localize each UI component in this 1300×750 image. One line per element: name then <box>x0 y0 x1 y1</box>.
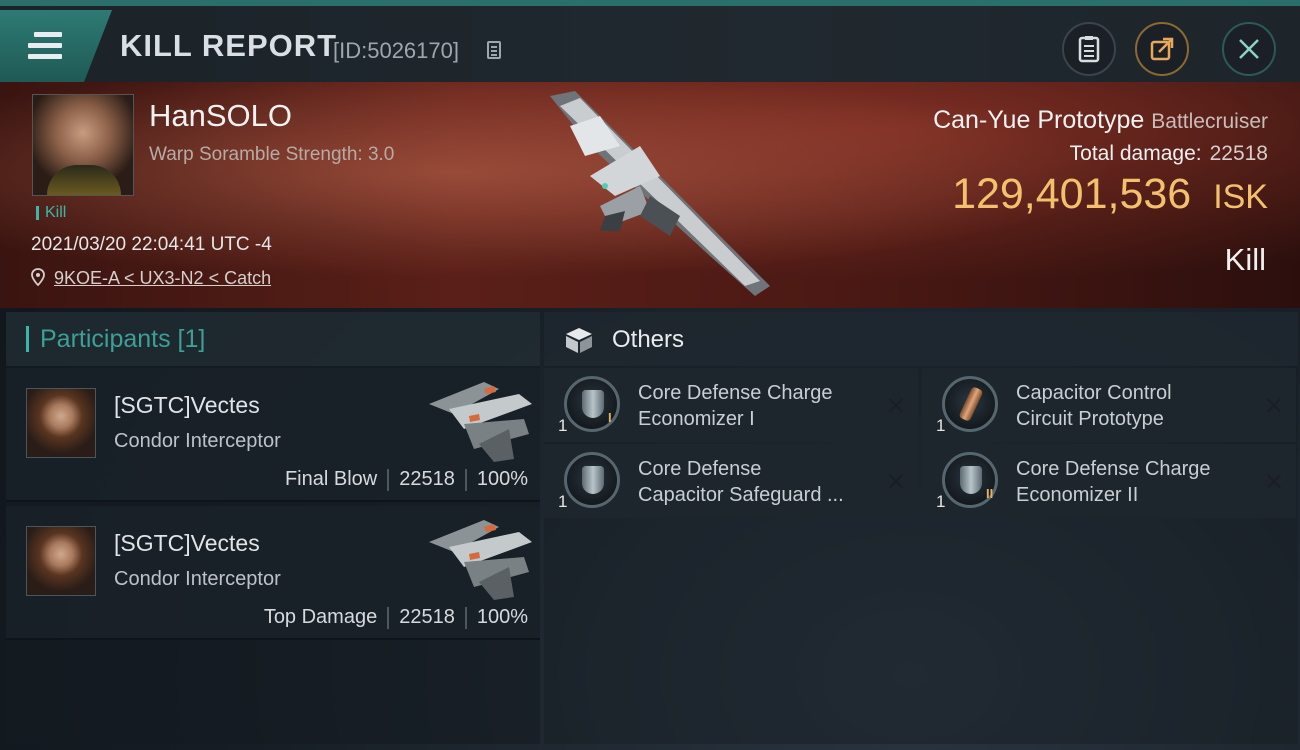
isk-unit: ISK <box>1213 178 1268 216</box>
item-name: Core Defense Charge Economizer II <box>1016 458 1211 506</box>
participant-avatar[interactable] <box>26 526 96 596</box>
item-slot[interactable]: 1 Capacitor Control Circuit Prototype ✕ <box>922 368 1296 442</box>
participants-header[interactable]: Participants [1] <box>6 312 540 366</box>
participant-stats: Final Blow 22518 100% <box>285 468 528 491</box>
capacitor-module-icon <box>942 376 998 432</box>
item-quantity: 1 <box>558 492 568 511</box>
share-icon <box>1150 37 1174 61</box>
victim-banner: HanSOLO Warp Soramble Strength: 3.0 Kill… <box>0 82 1300 308</box>
item-tier: II <box>986 486 994 501</box>
participant-damage: 22518 <box>399 468 455 490</box>
participant-ship-image <box>429 382 532 462</box>
participant-stats: Top Damage 22518 100% <box>264 606 528 629</box>
total-damage-value: 22518 <box>1209 142 1268 165</box>
close-button[interactable] <box>1222 22 1276 76</box>
participant-ship: Condor Interceptor <box>114 568 281 590</box>
item-slot[interactable]: II 1 Core Defense Charge Economizer II ✕ <box>922 444 1296 518</box>
participant-percent: 100% <box>476 468 528 490</box>
item-name: Core Defense Charge Economizer I <box>638 382 833 430</box>
item-name: Core Defense Capacitor Safeguard ... <box>638 458 844 506</box>
isk-amount: 129,401,536 <box>952 170 1192 218</box>
participant-role: Final Blow <box>284 468 378 490</box>
participant-row[interactable]: [SGTC]Vectes Condor Interceptor Final Bl… <box>6 368 540 502</box>
kill-timestamp: 2021/03/20 22:04:41 UTC -4 <box>31 234 272 255</box>
item-slot[interactable]: 1 Core Defense Capacitor Safeguard ... ✕ <box>544 444 918 518</box>
total-damage-label: Total damage: <box>1069 142 1202 165</box>
destroyed-mark-icon: ✕ <box>885 393 906 420</box>
victim-name[interactable]: HanSOLO <box>149 98 292 134</box>
page-title: KILL REPORT <box>120 28 338 63</box>
others-header[interactable]: Others <box>544 312 1298 366</box>
warp-scramble-strength: Warp Soramble Strength: 3.0 <box>149 144 395 165</box>
share-button[interactable] <box>1135 22 1189 76</box>
participant-role: Top Damage <box>263 606 378 628</box>
victim-ship-name[interactable]: Can-Yue Prototype Battlecruiser <box>933 106 1268 135</box>
others-panel: Others I 1 Core Defense Charge Economize… <box>544 312 1298 744</box>
ship-type-name: Can-Yue Prototype <box>933 106 1145 134</box>
others-label: Others <box>612 326 685 353</box>
item-tier: I <box>608 410 612 425</box>
participants-panel: Participants [1] [SGTC]Vectes Condor Int… <box>6 312 540 744</box>
item-quantity: 1 <box>936 416 946 435</box>
clipboard-icon <box>1078 36 1100 63</box>
victim-ship-image[interactable] <box>530 86 780 301</box>
location-pin-icon <box>31 268 45 286</box>
participant-ship: Condor Interceptor <box>114 430 281 452</box>
top-bar: KILL REPORT [ID:5026170] <box>0 0 1300 82</box>
report-id: [ID:5026170] <box>333 38 459 63</box>
menu-button[interactable] <box>0 10 112 82</box>
victim-portrait[interactable] <box>32 94 134 196</box>
item-slot[interactable]: I 1 Core Defense Charge Economizer I ✕ <box>544 368 918 442</box>
shield-module-icon <box>564 452 620 508</box>
destroyed-mark-icon: ✕ <box>1263 393 1284 420</box>
copy-icon[interactable] <box>487 41 501 59</box>
location-link[interactable]: 9KOE-A < UX3-N2 < Catch <box>54 268 271 289</box>
participant-row[interactable]: [SGTC]Vectes Condor Interceptor Top Dama… <box>6 506 540 640</box>
isk-value: 129,401,536 ISK <box>952 170 1268 219</box>
report-outcome: Kill <box>1224 242 1266 277</box>
destroyed-mark-icon: ✕ <box>885 469 906 496</box>
item-name: Capacitor Control Circuit Prototype <box>1016 382 1172 430</box>
close-icon <box>1239 39 1259 59</box>
notes-button[interactable] <box>1062 22 1116 76</box>
participant-ship-image <box>429 520 532 600</box>
ship-class: Battlecruiser <box>1151 110 1268 133</box>
destroyed-mark-icon: ✕ <box>1263 469 1284 496</box>
cargo-box-icon <box>566 328 592 353</box>
participant-name: [SGTC]Vectes <box>114 392 260 418</box>
total-damage: Total damage: 22518 <box>1070 142 1268 166</box>
participant-damage: 22518 <box>399 606 455 628</box>
item-quantity: 1 <box>936 492 946 511</box>
participant-name: [SGTC]Vectes <box>114 530 260 556</box>
hamburger-icon <box>28 32 62 65</box>
participant-percent: 100% <box>476 606 528 628</box>
item-quantity: 1 <box>558 416 568 435</box>
participant-avatar[interactable] <box>26 388 96 458</box>
kill-tag: Kill <box>36 205 66 221</box>
participants-label: Participants [1] <box>40 325 206 353</box>
